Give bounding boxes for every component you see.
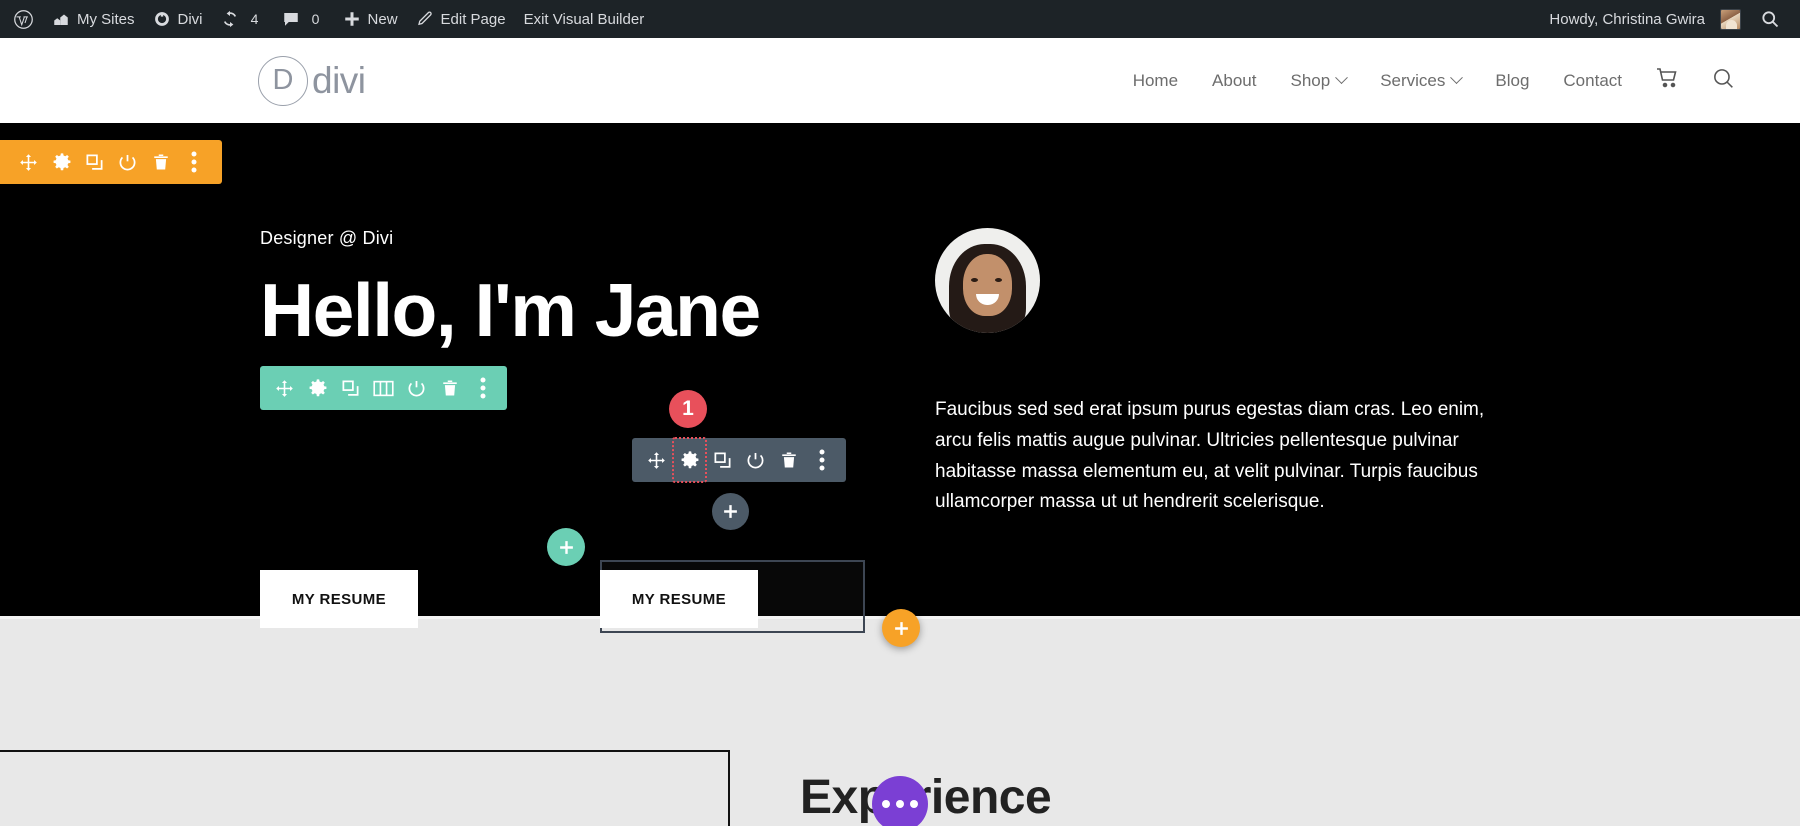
main-navigation: Home About Shop Services Blog Contact	[1116, 66, 1800, 96]
hero-eyebrow: Designer @ Divi	[260, 228, 394, 248]
gear-icon[interactable]	[301, 366, 334, 410]
nav-label: Home	[1132, 70, 1179, 90]
cart-icon	[1655, 66, 1679, 95]
hero-bio-text: Faucibus sed sed erat ipsum purus egesta…	[935, 399, 1485, 513]
visual-builder-page: My Sites Divi 4 0 New Edit Page Exit Vis…	[0, 0, 1800, 826]
gear-icon[interactable]	[45, 140, 78, 184]
divi-menu-button[interactable]: Divi	[144, 0, 212, 38]
add-section-button[interactable]	[882, 609, 920, 647]
photo-eye-right	[995, 278, 1002, 282]
power-icon[interactable]	[111, 140, 144, 184]
wordpress-logo-button[interactable]	[4, 0, 43, 38]
my-resume-button[interactable]: MY RESUME	[260, 570, 418, 628]
edit-page-button[interactable]: Edit Page	[407, 0, 515, 38]
updates-count: 4	[250, 11, 259, 27]
duplicate-icon[interactable]	[78, 140, 111, 184]
updates-icon	[221, 10, 239, 28]
site-header: D divi Home About Shop Services Blog Con	[0, 38, 1800, 123]
more-icon[interactable]	[466, 366, 499, 410]
photo-eye-left	[971, 278, 978, 282]
photo-face	[963, 254, 1012, 316]
add-row-button[interactable]	[547, 528, 585, 566]
search-icon	[1760, 9, 1780, 29]
hero-text-column: Designer @ Divi Hello, I'm Jane	[260, 228, 920, 350]
hero-bio-column: Faucibus sed sed erat ipsum purus egesta…	[935, 228, 1555, 518]
step-badge: 1	[669, 390, 707, 428]
comments-count: 0	[311, 11, 320, 27]
move-icon[interactable]	[12, 140, 45, 184]
new-label: New	[367, 10, 398, 28]
trash-icon[interactable]	[433, 366, 466, 410]
my-sites-button[interactable]: My Sites	[43, 0, 144, 38]
nav-item-shop[interactable]: Shop	[1273, 71, 1363, 91]
account-menu[interactable]: Howdy, Christina Gwira	[1540, 0, 1750, 38]
admin-search-button[interactable]	[1750, 0, 1794, 38]
nav-label: Blog	[1495, 70, 1530, 90]
chevron-down-icon	[1335, 71, 1349, 85]
divi-icon	[153, 10, 171, 28]
page-settings-button[interactable]	[872, 776, 928, 826]
nav-item-blog[interactable]: Blog	[1478, 71, 1546, 91]
duplicate-icon[interactable]	[334, 366, 367, 410]
columns-icon[interactable]	[367, 366, 400, 410]
nav-item-services[interactable]: Services	[1363, 71, 1478, 91]
logo-text: divi	[312, 59, 366, 101]
nav-label: About	[1212, 70, 1257, 90]
more-icon[interactable]	[177, 140, 210, 184]
nav-item-about[interactable]: About	[1195, 71, 1273, 91]
power-icon[interactable]	[400, 366, 433, 410]
row-toolbar	[260, 366, 507, 410]
move-icon[interactable]	[268, 366, 301, 410]
nav-label: Shop	[1290, 70, 1331, 90]
divi-label: Divi	[177, 10, 203, 28]
power-icon[interactable]	[739, 438, 772, 482]
comments-button[interactable]: 0	[273, 0, 334, 38]
more-icon[interactable]	[805, 438, 838, 482]
trash-icon[interactable]	[144, 140, 177, 184]
wp-admin-bar: My Sites Divi 4 0 New Edit Page Exit Vis…	[0, 0, 1800, 38]
duplicate-icon[interactable]	[706, 438, 739, 482]
site-logo[interactable]: D divi	[258, 55, 366, 106]
updates-button[interactable]: 4	[212, 0, 273, 38]
cart-button[interactable]	[1639, 66, 1695, 95]
plus-icon	[343, 10, 361, 28]
section-toolbar	[0, 140, 222, 184]
avatar	[1720, 8, 1741, 30]
admin-bar-left-group: My Sites Divi 4 0 New Edit Page Exit Vis…	[0, 0, 653, 38]
search-icon	[1711, 66, 1736, 96]
exit-visual-builder-label: Exit Visual Builder	[523, 10, 645, 28]
new-content-button[interactable]: New	[334, 0, 407, 38]
row-hover-outline	[0, 750, 730, 826]
ellipsis-icon	[882, 800, 918, 808]
my-sites-label: My Sites	[77, 10, 135, 28]
admin-bar-right-group: Howdy, Christina Gwira	[1540, 0, 1800, 38]
trash-icon[interactable]	[772, 438, 805, 482]
site-search-button[interactable]	[1695, 66, 1752, 96]
pencil-icon	[416, 10, 434, 28]
howdy-label: Howdy, Christina Gwira	[1549, 10, 1705, 28]
my-resume-button-duplicate[interactable]: MY RESUME	[600, 570, 758, 628]
hero-title: Hello, I'm Jane	[260, 268, 761, 352]
profile-photo	[935, 228, 1040, 333]
nav-item-contact[interactable]: Contact	[1546, 71, 1639, 91]
exit-visual-builder-button[interactable]: Exit Visual Builder	[515, 0, 654, 38]
add-module-button[interactable]	[712, 493, 749, 530]
gear-icon[interactable]	[672, 437, 707, 483]
chevron-down-icon	[1450, 71, 1464, 85]
wordpress-icon	[13, 9, 34, 30]
nav-label: Contact	[1563, 70, 1622, 90]
logo-mark-icon: D	[258, 55, 308, 106]
edit-page-label: Edit Page	[440, 10, 506, 28]
module-toolbar	[632, 437, 846, 483]
move-icon[interactable]	[640, 438, 673, 482]
nav-label: Services	[1380, 70, 1446, 90]
sites-icon	[52, 10, 70, 28]
nav-item-home[interactable]: Home	[1116, 71, 1195, 91]
comments-icon	[282, 10, 300, 28]
